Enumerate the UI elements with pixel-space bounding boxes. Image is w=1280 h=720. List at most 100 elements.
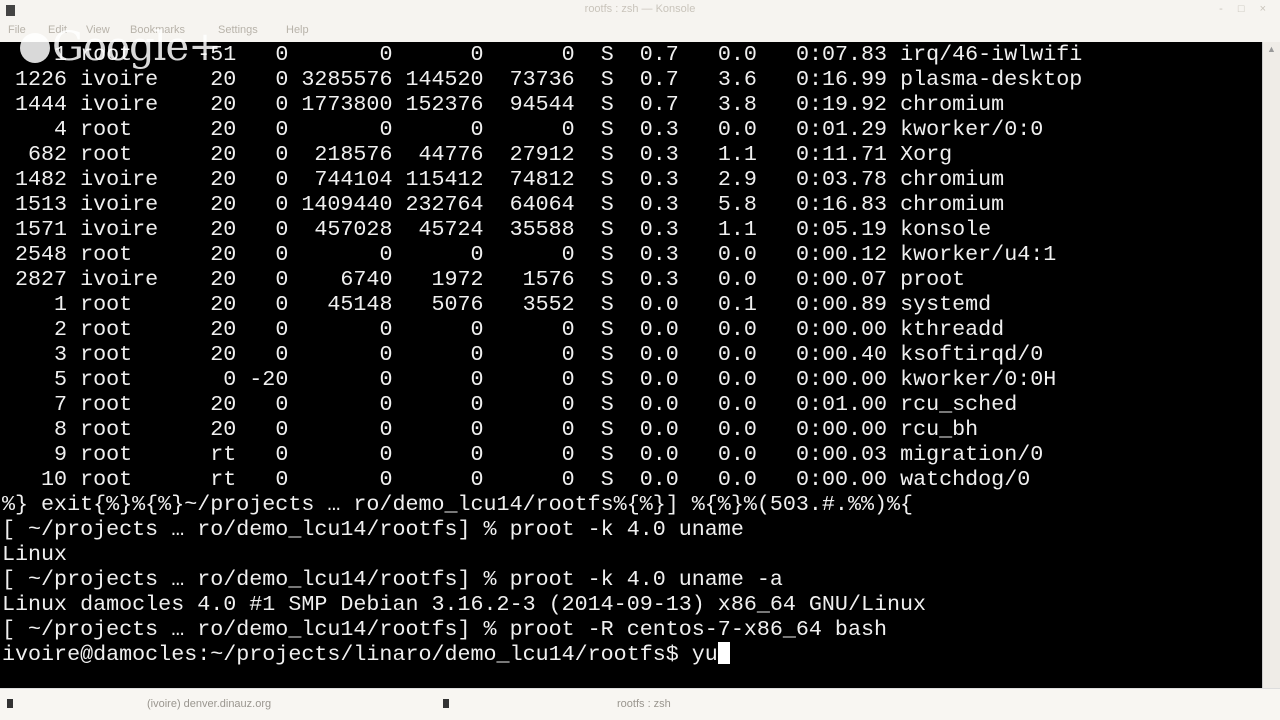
scroll-up-icon[interactable]: ▲ xyxy=(1267,44,1276,54)
window-controls[interactable]: - □ × xyxy=(1219,3,1272,15)
task-label: (ivoire) denver.dinauz.org xyxy=(147,698,272,710)
process-pid: 4 xyxy=(2,117,68,142)
process-shr: 94544 xyxy=(483,92,575,117)
menu-settings[interactable]: Settings xyxy=(218,24,258,36)
process-time: 0:03.78 xyxy=(756,167,888,192)
process-res: 152376 xyxy=(392,92,484,117)
process-virt: 3285576 xyxy=(288,67,393,92)
process-command: kworker/0:0 xyxy=(887,117,1044,142)
process-nice: 0 xyxy=(236,467,289,492)
process-res: 0 xyxy=(392,367,484,392)
process-cpu: 0.3 xyxy=(613,167,679,192)
process-row: 2 root 20 0 0 0 0 S 0.0 0.0 0:00.00 kthr… xyxy=(2,317,1082,342)
process-nice: 0 xyxy=(236,392,289,417)
process-row: 1226 ivoire 20 0 3285576 144520 73736 S … xyxy=(2,67,1082,92)
process-mem: 0.0 xyxy=(678,417,757,442)
process-virt: 0 xyxy=(288,42,393,67)
process-user: root xyxy=(67,442,198,467)
process-command: kworker/0:0H xyxy=(887,367,1057,392)
process-mem: 0.0 xyxy=(678,367,757,392)
process-res: 0 xyxy=(392,342,484,367)
process-state: S xyxy=(574,167,614,192)
menu-help[interactable]: Help xyxy=(286,24,309,36)
process-priority: 20 xyxy=(197,217,237,242)
process-res: 0 xyxy=(392,467,484,492)
process-pid: 1571 xyxy=(2,217,68,242)
process-row: 9 root rt 0 0 0 0 S 0.0 0.0 0:00.03 migr… xyxy=(2,442,1082,467)
process-user: root xyxy=(67,142,198,167)
process-virt: 0 xyxy=(288,367,393,392)
task-rootfs-zsh[interactable]: rootfs : zsh xyxy=(440,689,870,720)
process-res: 144520 xyxy=(392,67,484,92)
process-pid: 1444 xyxy=(2,92,68,117)
process-command: chromium xyxy=(887,92,1005,117)
process-pid: 5 xyxy=(2,367,68,392)
process-pid: 2 xyxy=(2,317,68,342)
process-virt: 45148 xyxy=(288,292,393,317)
shell-line: Linux xyxy=(2,542,68,567)
process-time: 0:00.07 xyxy=(756,267,888,292)
process-time: 0:00.89 xyxy=(756,292,888,317)
process-priority: 20 xyxy=(197,117,237,142)
process-command: rcu_bh xyxy=(887,417,979,442)
terminal-lines: 1 root -51 0 0 0 0 S 0.7 0.0 0:07.83 irq… xyxy=(2,42,1082,667)
process-command: chromium xyxy=(887,192,1005,217)
process-state: S xyxy=(574,417,614,442)
command-input[interactable]: yu xyxy=(692,642,718,667)
process-state: S xyxy=(574,217,614,242)
process-res: 0 xyxy=(392,242,484,267)
process-command: irq/46-iwlwifi xyxy=(887,42,1083,67)
process-pid: 2548 xyxy=(2,242,68,267)
process-nice: 0 xyxy=(236,67,289,92)
process-res: 0 xyxy=(392,417,484,442)
process-res: 0 xyxy=(392,317,484,342)
process-pid: 1226 xyxy=(2,67,68,92)
process-mem: 2.9 xyxy=(678,167,757,192)
process-state: S xyxy=(574,267,614,292)
process-nice: 0 xyxy=(236,117,289,142)
process-row: 1 root 20 0 45148 5076 3552 S 0.0 0.1 0:… xyxy=(2,292,1082,317)
task-ivoire-denver[interactable]: (ivoire) denver.dinauz.org xyxy=(0,689,430,720)
process-shr: 0 xyxy=(483,367,575,392)
process-time: 0:00.00 xyxy=(756,417,888,442)
process-cpu: 0.0 xyxy=(613,292,679,317)
process-priority: 20 xyxy=(197,142,237,167)
process-shr: 0 xyxy=(483,392,575,417)
process-command: Xorg xyxy=(887,142,953,167)
process-priority: 20 xyxy=(197,417,237,442)
process-cpu: 0.0 xyxy=(613,342,679,367)
process-command: systemd xyxy=(887,292,992,317)
process-user: root xyxy=(67,117,198,142)
shell-line: [ ~/projects … ro/demo_lcu14/rootfs] % p… xyxy=(2,617,887,642)
process-shr: 0 xyxy=(483,417,575,442)
process-priority: 20 xyxy=(197,317,237,342)
process-time: 0:16.83 xyxy=(756,192,888,217)
process-row: 7 root 20 0 0 0 0 S 0.0 0.0 0:01.00 rcu_… xyxy=(2,392,1082,417)
process-priority: rt xyxy=(197,442,237,467)
process-mem: 5.8 xyxy=(678,192,757,217)
process-cpu: 0.3 xyxy=(613,267,679,292)
process-pid: 8 xyxy=(2,417,68,442)
process-time: 0:00.03 xyxy=(756,442,888,467)
process-mem: 1.1 xyxy=(678,217,757,242)
watermark-text: Google+ xyxy=(52,24,222,70)
process-user: root xyxy=(67,367,198,392)
process-user: root xyxy=(67,392,198,417)
process-shr: 0 xyxy=(483,242,575,267)
process-row: 1482 ivoire 20 0 744104 115412 74812 S 0… xyxy=(2,167,1082,192)
process-time: 0:00.00 xyxy=(756,317,888,342)
terminal-scrollbar[interactable]: ▲ xyxy=(1262,42,1280,688)
process-row: 1444 ivoire 20 0 1773800 152376 94544 S … xyxy=(2,92,1082,117)
terminal-icon xyxy=(443,699,449,708)
prompt-line[interactable]: ivoire@damocles:~/projects/linaro/demo_l… xyxy=(2,642,1082,667)
process-virt: 744104 xyxy=(288,167,393,192)
process-shr: 35588 xyxy=(483,217,575,242)
process-row: 5 root 0 -20 0 0 0 S 0.0 0.0 0:00.00 kwo… xyxy=(2,367,1082,392)
process-command: proot xyxy=(887,267,966,292)
process-mem: 3.6 xyxy=(678,67,757,92)
process-row: 4 root 20 0 0 0 0 S 0.3 0.0 0:01.29 kwor… xyxy=(2,117,1082,142)
process-nice: 0 xyxy=(236,442,289,467)
terminal-output[interactable]: 1 root -51 0 0 0 0 S 0.7 0.0 0:07.83 irq… xyxy=(0,42,1262,688)
process-pid: 1 xyxy=(2,292,68,317)
taskbar: (ivoire) denver.dinauz.org rootfs : zsh xyxy=(0,688,1280,720)
